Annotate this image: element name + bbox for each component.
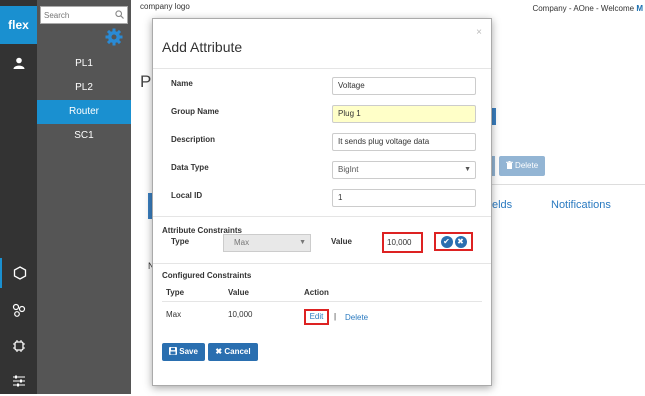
tab-fields[interactable]: elds — [492, 199, 512, 211]
floppy-icon — [169, 347, 178, 355]
search-box — [40, 6, 128, 24]
configured-constraints-title: Configured Constraints — [162, 271, 252, 280]
local-id-field[interactable]: 1 — [332, 189, 476, 207]
link-separator: | — [334, 312, 337, 321]
group-name-field[interactable]: Plug 1 — [332, 105, 476, 123]
sidebar-item-pl2[interactable]: PL2 — [37, 76, 131, 100]
constraint-type-value: Max — [234, 238, 250, 247]
sidebar-item-router[interactable]: Router — [37, 100, 131, 124]
add-attribute-modal: Add Attribute × Name Voltage Group Name … — [152, 18, 492, 386]
top-bar: company logo Company - AOne - Welcome M — [131, 0, 645, 16]
sidebar: PL1 PL2 Router SC1 — [37, 0, 131, 394]
edit-link[interactable]: Edit — [304, 309, 329, 325]
constraint-type-label: Type — [171, 237, 190, 246]
search-icon[interactable] — [115, 10, 124, 21]
bg-divider — [492, 184, 645, 185]
welcome-label: Company - AOne - Welcome — [532, 4, 637, 13]
user-icon[interactable] — [0, 48, 37, 78]
data-type-label: Data Type — [171, 163, 209, 172]
gear-icon[interactable] — [105, 28, 123, 48]
chevron-down-icon: ▼ — [299, 239, 306, 246]
tab-notifications[interactable]: Notifications — [551, 199, 611, 211]
delete-link[interactable]: Delete — [345, 313, 368, 322]
name-field[interactable]: Voltage — [332, 77, 476, 95]
data-type-select[interactable]: BigInt ▼ — [332, 161, 476, 179]
description-label: Description — [171, 135, 216, 144]
bg-delete-button[interactable]: Delete — [499, 156, 545, 176]
hexagon-icon[interactable] — [0, 258, 37, 288]
icon-rail: flex — [0, 0, 37, 394]
page-title: P — [140, 72, 152, 91]
bg-delete-label: Delete — [515, 161, 539, 170]
chevron-down-icon: ▼ — [464, 166, 471, 173]
save-button[interactable]: Save — [162, 343, 205, 361]
flex-logo[interactable]: flex — [0, 6, 37, 44]
local-id-label: Local ID — [171, 191, 203, 200]
close-icon: ✖ — [215, 347, 223, 356]
col-header-type: Type — [166, 288, 185, 297]
save-label: Save — [179, 347, 198, 356]
divider — [153, 263, 491, 264]
company-logo: company logo — [140, 2, 190, 11]
trash-icon — [505, 161, 513, 169]
data-type-value: BigInt — [338, 165, 359, 174]
cancel-label: Cancel — [224, 347, 251, 356]
modal-title: Add Attribute — [162, 39, 243, 55]
sliders-icon[interactable] — [0, 366, 37, 396]
confirm-icon[interactable]: ✔ — [440, 235, 453, 248]
row-value: 10,000 — [228, 310, 253, 319]
nodes-icon[interactable] — [0, 295, 37, 325]
divider — [153, 216, 491, 217]
group-name-label: Group Name — [171, 107, 220, 116]
user-menu[interactable]: M — [636, 4, 643, 13]
constraint-value-field[interactable]: 10,000 — [382, 232, 423, 253]
col-header-action: Action — [304, 288, 329, 297]
sidebar-item-sc1[interactable]: SC1 — [37, 124, 131, 148]
search-input[interactable] — [41, 7, 117, 23]
constraint-actions: ✔ ✖ — [434, 232, 473, 251]
constraint-type-select[interactable]: Max ▼ — [223, 234, 311, 252]
cancel-button[interactable]: ✖ Cancel — [208, 343, 258, 361]
cancel-icon[interactable]: ✖ — [454, 235, 467, 248]
welcome-text: Company - AOne - Welcome M — [532, 4, 643, 13]
constraint-value-label: Value — [331, 237, 352, 246]
close-icon[interactable]: × — [476, 27, 482, 38]
row-type: Max — [166, 310, 182, 319]
name-label: Name — [171, 79, 193, 88]
divider — [153, 68, 491, 69]
description-field[interactable]: It sends plug voltage data — [332, 133, 476, 151]
chip-icon[interactable] — [0, 331, 37, 361]
col-header-value: Value — [228, 288, 249, 297]
table-divider — [162, 301, 482, 302]
sidebar-item-pl1[interactable]: PL1 — [37, 52, 131, 76]
